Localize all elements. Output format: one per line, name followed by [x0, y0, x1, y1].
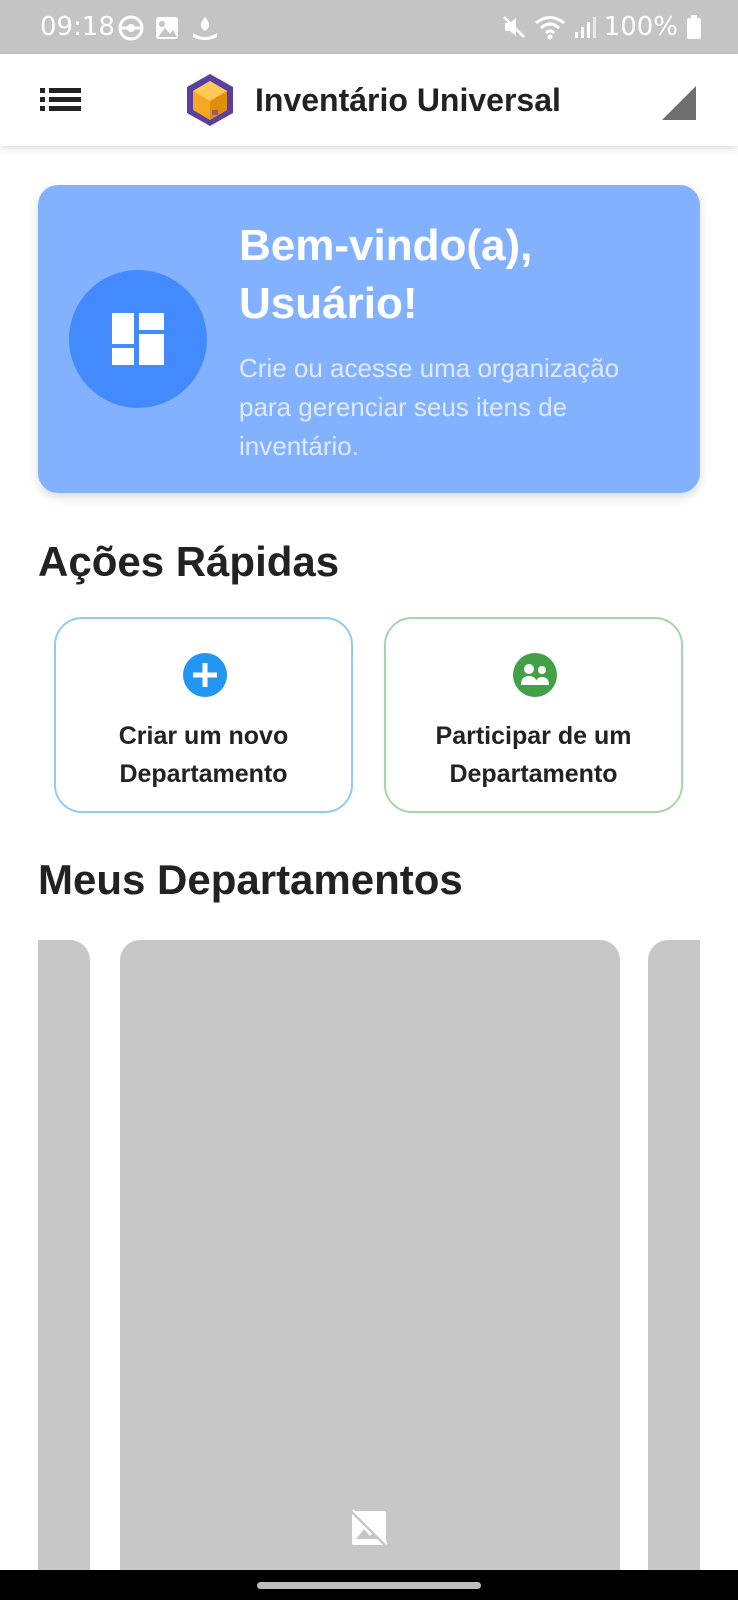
- gallery-icon: [156, 17, 178, 39]
- system-navigation-bar: [0, 1570, 738, 1600]
- app-title: Inventário Universal: [255, 81, 561, 118]
- broken-image-icon: [349, 1508, 389, 1548]
- battery-icon: [687, 15, 701, 39]
- pokeball-icon: [118, 15, 144, 41]
- box-logo-icon: [187, 74, 233, 126]
- create-department-button[interactable]: Criar um novo Departamento: [54, 617, 353, 813]
- welcome-title: Bem-vindo(a), Usuário!: [239, 221, 533, 328]
- department-card-next[interactable]: [648, 940, 700, 1570]
- department-card[interactable]: [120, 940, 620, 1570]
- departments-title: Meus Departamentos: [38, 856, 463, 903]
- home-indicator[interactable]: [257, 1582, 481, 1589]
- welcome-subtitle: Crie ou acesse uma organização para gere…: [239, 353, 620, 461]
- department-card-previous[interactable]: [38, 940, 90, 1570]
- status-time: 09:18: [40, 12, 115, 42]
- status-system-icons: 100%: [502, 12, 702, 42]
- menu-button[interactable]: [38, 84, 84, 116]
- welcome-avatar: [69, 270, 207, 408]
- add-circle-icon: [183, 653, 227, 697]
- battery-percent: 100%: [603, 12, 678, 42]
- bank-icon: [193, 17, 217, 40]
- departments-carousel[interactable]: [38, 940, 700, 1570]
- mute-icon: [502, 16, 525, 38]
- app-brand: Inventário Universal: [183, 72, 561, 128]
- cell-signal-icon: [574, 17, 596, 38]
- create-department-label: Criar um novo Departamento: [118, 722, 289, 788]
- dashboard-icon: [112, 313, 164, 365]
- status-notification-icons: [118, 15, 220, 41]
- group-icon: [513, 653, 557, 697]
- wifi-icon: [534, 16, 565, 40]
- quick-actions-title: Ações Rápidas: [38, 538, 340, 585]
- signal-corner-icon: [660, 84, 698, 127]
- status-bar: 09:18 100%: [0, 0, 738, 54]
- join-department-button[interactable]: Participar de um Departamento: [384, 617, 683, 813]
- list-menu-icon: [40, 88, 81, 111]
- app-bar: Inventário Universal: [0, 54, 738, 146]
- welcome-card: Bem-vindo(a), Usuário! Crie ou acesse um…: [38, 185, 700, 493]
- join-department-label: Participar de um Departamento: [435, 722, 632, 788]
